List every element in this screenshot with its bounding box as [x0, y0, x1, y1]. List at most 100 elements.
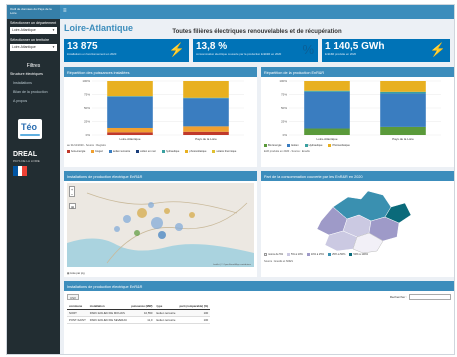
box-footer: Source : Enedis et SDES	[264, 260, 293, 263]
installation-marker[interactable]	[123, 215, 131, 223]
installation-marker[interactable]	[151, 217, 163, 229]
bar-segment	[107, 127, 153, 133]
top-bar: ≡	[60, 5, 454, 19]
installations-map-box: Installations de production électrique E…	[64, 171, 257, 277]
table-cell: 100	[177, 316, 211, 324]
table-cell: Eolien terrestre	[154, 316, 178, 324]
y-tick-label: 100%	[279, 79, 287, 83]
dept-select-value: Loire-Atlantique	[12, 28, 36, 32]
bar-segment	[380, 91, 426, 94]
table-cell: PARC EOLIEN DE SEVERAC	[87, 316, 130, 324]
installation-marker[interactable]	[158, 231, 166, 239]
app-logo[interactable]: Outil de données du Pays de la Loire	[7, 5, 60, 19]
kpi-couverture: 13,8 % consommation électrique couverte …	[193, 39, 318, 62]
dept-label: Sélectionner un département	[10, 21, 57, 25]
map-footer: ▦ Liste par prg	[67, 272, 85, 275]
bar-segment	[183, 98, 229, 127]
kpi-desc: consommation électrique couverte par la …	[196, 52, 282, 56]
box-title: Installations de production électrique E…	[64, 283, 454, 291]
bar-segment	[183, 131, 229, 135]
box-title: Installations de production électrique E…	[64, 173, 257, 181]
coverage-legend: moins de 5% 5% à 10% 10% à 25% 25% à 50%…	[264, 253, 451, 256]
installation-marker[interactable]	[175, 223, 183, 231]
legend-item: 25% à 50%	[328, 253, 345, 256]
sidebar-item-structure[interactable]: Structure électriques	[7, 69, 60, 78]
coverage-map[interactable]	[261, 183, 454, 253]
installations-table-box: Installations de production électrique E…	[64, 281, 454, 354]
teo-logo: Téo	[18, 119, 42, 139]
bar-segment	[304, 128, 350, 135]
territory-select[interactable]: Loire-Atlantique ▼	[10, 44, 57, 51]
y-tick-label: 0%	[283, 133, 288, 137]
water-area	[67, 238, 254, 267]
box-title: Part de la consommation couverte par les…	[261, 173, 454, 181]
dreal-logo-name: DREAL	[13, 151, 38, 158]
installation-marker[interactable]	[148, 202, 154, 208]
legend-item: 5% à 10%	[287, 253, 303, 256]
legend-item: 10% à 25%	[306, 253, 324, 256]
bolt-icon: ⚡	[429, 42, 446, 57]
kpi-desc: EnR&R produite en 2020	[325, 52, 357, 56]
republic-flag-icon	[13, 166, 28, 176]
dept-select[interactable]: Loire-Atlantique ▼	[10, 27, 57, 34]
production-chart-box: Répartition de la production EnR&R 0% 25%…	[261, 67, 454, 167]
power-chart: 0% 25% 50% 75% 100% Loire-Atlantique Pays de l…	[82, 79, 244, 141]
road-line	[86, 192, 238, 214]
legend-item: Hydraulique	[304, 144, 322, 147]
x-tick-label: Loire-Atlantique	[119, 137, 140, 141]
page-subtitle: Toutes filières électriques renouvelable…	[172, 29, 342, 35]
plug-icon: ⚡	[168, 42, 185, 57]
installation-marker[interactable]	[164, 208, 170, 214]
table-cell: PARC EOLIEN DE MOUAIS	[87, 309, 130, 317]
dreal-logo-sub: PAYS DE LA LOIRE	[13, 159, 40, 163]
box-title: Répartition de la production EnR&R	[261, 69, 454, 77]
search-label: Rechercher :	[389, 295, 407, 299]
legend-item: Bio Energie	[264, 144, 281, 147]
y-tick-label: 100%	[82, 79, 90, 83]
y-tick-label: 50%	[84, 106, 90, 110]
bar-segment	[304, 90, 350, 92]
kpi-production: 1 140,5 GWh EnR&R produite en 2020 ⚡	[322, 39, 450, 62]
coverage-map-box: Part de la consommation couverte par les…	[261, 171, 454, 277]
x-tick-label: Pays de la Loire	[392, 137, 414, 141]
installation-marker[interactable]	[114, 226, 120, 232]
table-cell: Eolien terrestre	[154, 309, 178, 317]
layers-icon[interactable]: ▤	[69, 203, 76, 209]
y-tick-label: 25%	[281, 120, 287, 124]
bar-segment	[304, 81, 350, 91]
y-tick-label: 25%	[84, 120, 90, 124]
table-cell: NORT	[67, 309, 88, 317]
dreal-logo: DREAL PAYS DE LA LOIRE	[13, 151, 60, 163]
menu-toggle-icon[interactable]: ≡	[63, 8, 67, 14]
installation-marker[interactable]	[134, 230, 140, 236]
legend-item: biogaz	[91, 150, 103, 153]
search-input[interactable]	[409, 294, 451, 300]
installation-marker[interactable]	[189, 212, 195, 218]
table-cell: PONT-SAINT	[67, 316, 88, 324]
y-tick-label: 75%	[84, 93, 90, 97]
bar-segment	[183, 81, 229, 98]
table-toolbar: CSV Rechercher :	[67, 294, 451, 301]
csv-export-button[interactable]: CSV	[67, 294, 79, 300]
zoom-control[interactable]: + −	[69, 186, 75, 197]
sidebar-item-bilan[interactable]: Bilan de la production	[7, 87, 60, 96]
table-row[interactable]: PONT-SAINT PARC EOLIEN DE SEVERAC 11,0 E…	[67, 316, 211, 324]
power-chart-box: Répartition des puissances installées 0%…	[64, 67, 257, 167]
box-title: Répartition des puissances installées	[64, 69, 257, 77]
map-attribution[interactable]: Leaflet | © OpenStreetMap contributors	[213, 264, 251, 266]
bar-segment	[380, 126, 426, 135]
installation-marker[interactable]	[137, 208, 147, 218]
y-tick-label: 50%	[281, 106, 287, 110]
legend-item: 50% à 100%	[349, 253, 368, 256]
bar-segment	[107, 96, 153, 128]
table-row[interactable]: NORT PARC EOLIEN DE MOUAIS 10,550 Eolien…	[67, 309, 211, 317]
legend-item: moins de 5%	[264, 253, 283, 256]
legend-item: hydraulique	[161, 150, 179, 153]
chevron-down-icon: ▼	[52, 45, 55, 49]
sidebar-item-installations[interactable]: Installations	[7, 78, 60, 87]
box-footer: au 31/12/2020 - Source : Registre	[67, 144, 106, 147]
production-legend: Bio Energie Eolien Hydraulique Photovolt…	[264, 144, 451, 147]
x-tick-label: Pays de la Loire	[195, 137, 217, 141]
sidebar-item-a-propos[interactable]: A propos	[7, 96, 60, 105]
installations-map[interactable]: + − ▤ Leaflet | © OpenStreetMap contribut…	[67, 183, 254, 267]
